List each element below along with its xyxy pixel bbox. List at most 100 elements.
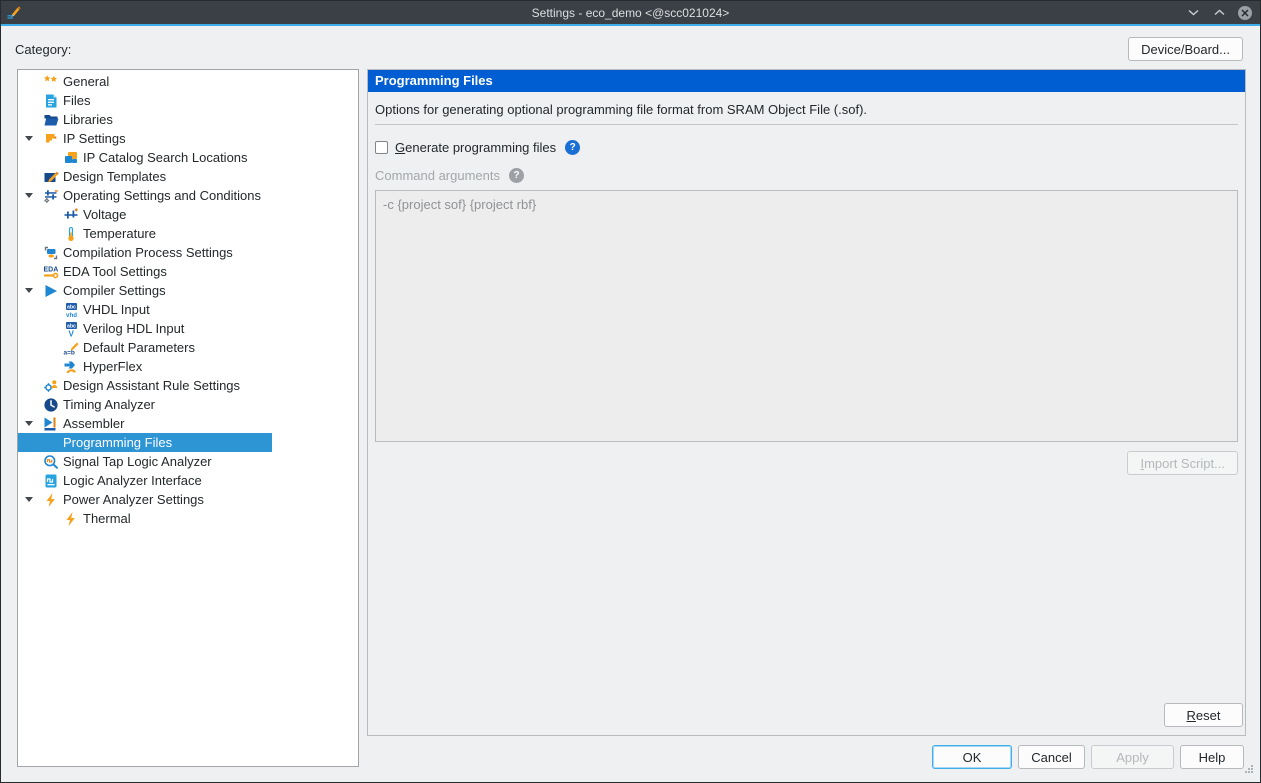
- tree-item-label: Compilation Process Settings: [63, 245, 233, 260]
- category-tree: General Files Libraries IP Settings IP Catal…: [17, 69, 359, 767]
- expander-arrow-icon[interactable]: [25, 497, 33, 502]
- tree-item-label: Design Assistant Rule Settings: [63, 378, 241, 393]
- compiler-play-icon: [43, 283, 59, 299]
- indent: [18, 288, 43, 293]
- tree-item-label: Libraries: [63, 112, 113, 127]
- design-assistant-icon: [43, 378, 59, 394]
- cancel-button[interactable]: Cancel: [1018, 745, 1085, 769]
- separator: [375, 124, 1238, 125]
- tree-item-label: Verilog HDL Input: [83, 321, 185, 336]
- tree-item-label: Default Parameters: [83, 340, 195, 355]
- tree-item-label: HyperFlex: [83, 359, 143, 374]
- tree-item-programming-files[interactable]: Programming Files: [18, 433, 272, 452]
- tree-item-design-assistant-rule-settings[interactable]: Design Assistant Rule Settings: [18, 376, 358, 395]
- ok-button[interactable]: OK: [932, 745, 1012, 769]
- tree-item-label: Assembler: [63, 416, 125, 431]
- tree-item-signal-tap-logic-analyzer[interactable]: Signal Tap Logic Analyzer: [18, 452, 358, 471]
- tree-item-general[interactable]: General: [18, 72, 358, 91]
- files-document-icon: [43, 93, 59, 109]
- svg-text:abc: abc: [67, 304, 76, 310]
- tree-item-thermal[interactable]: Thermal: [18, 509, 358, 528]
- expander-arrow-icon[interactable]: [25, 288, 33, 293]
- tree-item-label: VHDL Input: [83, 302, 150, 317]
- tree-item-label: Temperature: [83, 226, 156, 241]
- tree-item-ip-settings[interactable]: IP Settings: [18, 129, 358, 148]
- command-arguments-label: Command arguments: [375, 168, 500, 183]
- quartus-settings-icon: [6, 5, 22, 21]
- close-icon[interactable]: [1237, 5, 1253, 21]
- thermal-lightning-icon: [63, 511, 79, 527]
- tree-item-label: Voltage: [83, 207, 127, 222]
- tree-item-timing-analyzer[interactable]: Timing Analyzer: [18, 395, 358, 414]
- tree-item-temperature[interactable]: Temperature: [18, 224, 358, 243]
- tree-item-label: IP Settings: [63, 131, 126, 146]
- tree-item-label: Compiler Settings: [63, 283, 166, 298]
- tree-item-verilog-hdl-input[interactable]: abc V Verilog HDL Input: [18, 319, 358, 338]
- tree-item-label: Signal Tap Logic Analyzer: [63, 454, 212, 469]
- tree-item-label: Power Analyzer Settings: [63, 492, 204, 507]
- tree-item-label: IP Catalog Search Locations: [83, 150, 248, 165]
- tree-item-label: General: [63, 74, 110, 89]
- tree-item-libraries[interactable]: Libraries: [18, 110, 358, 129]
- tree-item-label: Design Templates: [63, 169, 167, 184]
- settings-window: Settings - eco_demo <@scc021024> Categor…: [0, 0, 1261, 783]
- generate-files-label[interactable]: Generate programming files: [395, 140, 556, 155]
- programming-files-panel: Programming Files Options for generating…: [367, 69, 1246, 736]
- tree-item-files[interactable]: Files: [18, 91, 358, 110]
- reset-button[interactable]: Reset: [1164, 703, 1243, 727]
- tree-item-compiler-settings[interactable]: Compiler Settings: [18, 281, 358, 300]
- compilation-process-icon: [43, 245, 59, 261]
- tree-item-operating-settings-and-conditions[interactable]: Operating Settings and Conditions: [18, 186, 358, 205]
- tree-item-label: EDA Tool Settings: [63, 264, 167, 279]
- tree-item-power-analyzer-settings[interactable]: Power Analyzer Settings: [18, 490, 358, 509]
- tree-item-default-parameters[interactable]: a=b Default Parameters: [18, 338, 358, 357]
- apply-button[interactable]: Apply: [1091, 745, 1174, 769]
- tree-item-assembler[interactable]: Assembler: [18, 414, 358, 433]
- generate-files-checkbox[interactable]: [375, 141, 388, 154]
- titlebar: Settings - eco_demo <@scc021024>: [1, 1, 1260, 24]
- eda-tool-icon: EDA: [43, 264, 59, 280]
- chevron-down-icon[interactable]: [1185, 5, 1201, 21]
- ip-catalog-icon: [63, 150, 79, 166]
- svg-text:EDA: EDA: [44, 266, 59, 273]
- svg-text:V: V: [69, 329, 75, 337]
- device-board-button[interactable]: Device/Board...: [1128, 37, 1243, 61]
- tree-item-logic-analyzer-interface[interactable]: Logic Analyzer Interface: [18, 471, 358, 490]
- expander-arrow-icon[interactable]: [25, 193, 33, 198]
- power-lightning-icon: [43, 492, 59, 508]
- panel-title: Programming Files: [368, 70, 1245, 92]
- help-icon-generate[interactable]: ?: [565, 140, 581, 155]
- chevron-up-icon[interactable]: [1211, 5, 1227, 21]
- timing-clock-icon: [43, 397, 59, 413]
- general-stars-icon: [43, 74, 59, 90]
- tree-item-eda-tool-settings[interactable]: EDA EDA Tool Settings: [18, 262, 358, 281]
- indent: [18, 421, 43, 426]
- svg-text:a=b: a=b: [64, 349, 75, 356]
- tree-item-voltage[interactable]: Voltage: [18, 205, 358, 224]
- help-button[interactable]: Help: [1180, 745, 1244, 769]
- help-icon-command-arguments: ?: [509, 168, 524, 183]
- tree-item-ip-catalog-search-locations[interactable]: IP Catalog Search Locations: [18, 148, 358, 167]
- tree-item-vhdl-input[interactable]: abc vhd VHDL Input: [18, 300, 358, 319]
- verilog-input-icon: abc V: [63, 321, 79, 337]
- temperature-thermometer-icon: [63, 226, 79, 242]
- vhdl-input-icon: abc vhd: [63, 302, 79, 318]
- tree-item-label: Thermal: [83, 511, 131, 526]
- tree-item-compilation-process-settings[interactable]: Compilation Process Settings: [18, 243, 358, 262]
- tree-item-design-templates[interactable]: Design Templates: [18, 167, 358, 186]
- tree-item-label: Programming Files: [63, 435, 173, 450]
- resize-grip-icon[interactable]: [1245, 771, 1247, 773]
- tree-item-label: Logic Analyzer Interface: [63, 473, 202, 488]
- window-title: Settings - eco_demo <@scc021024>: [531, 5, 730, 20]
- assembler-icon: [43, 416, 59, 432]
- expander-arrow-icon[interactable]: [25, 421, 33, 426]
- command-arguments-input[interactable]: -c {project sof} {project rbf}: [375, 190, 1238, 442]
- expander-arrow-icon[interactable]: [25, 136, 33, 141]
- category-label: Category:: [15, 42, 72, 57]
- tree-item-label: Files: [63, 93, 91, 108]
- ip-settings-flag-icon: [43, 131, 59, 147]
- tree-item-label: Timing Analyzer: [63, 397, 155, 412]
- import-script-button[interactable]: Import Script...: [1127, 451, 1238, 475]
- hyperflex-icon: [63, 359, 79, 375]
- tree-item-hyperflex[interactable]: HyperFlex: [18, 357, 358, 376]
